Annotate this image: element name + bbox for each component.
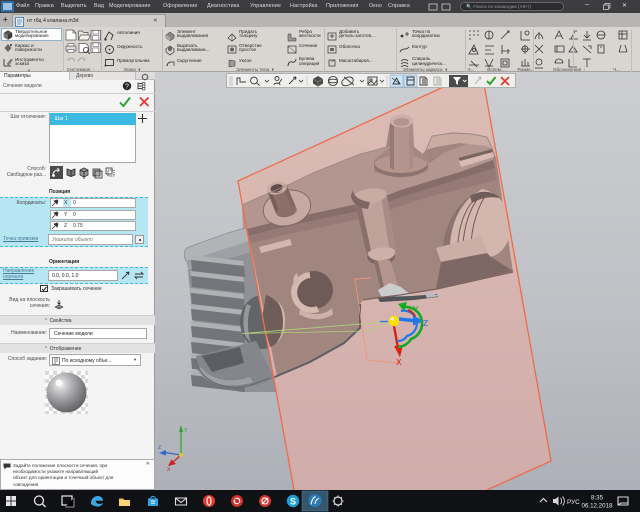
svg-text:X: X [396, 357, 402, 367]
svg-text:S: S [290, 497, 296, 507]
svg-text:Z: Z [423, 318, 428, 328]
svg-text:РУС: РУС [567, 499, 580, 506]
svg-text:Y: Y [413, 304, 419, 314]
svg-text:Z: Z [158, 445, 161, 451]
svg-text:06.12.2018: 06.12.2018 [582, 503, 614, 510]
svg-text:8:35: 8:35 [591, 495, 604, 502]
svg-text:?: ? [125, 83, 129, 90]
